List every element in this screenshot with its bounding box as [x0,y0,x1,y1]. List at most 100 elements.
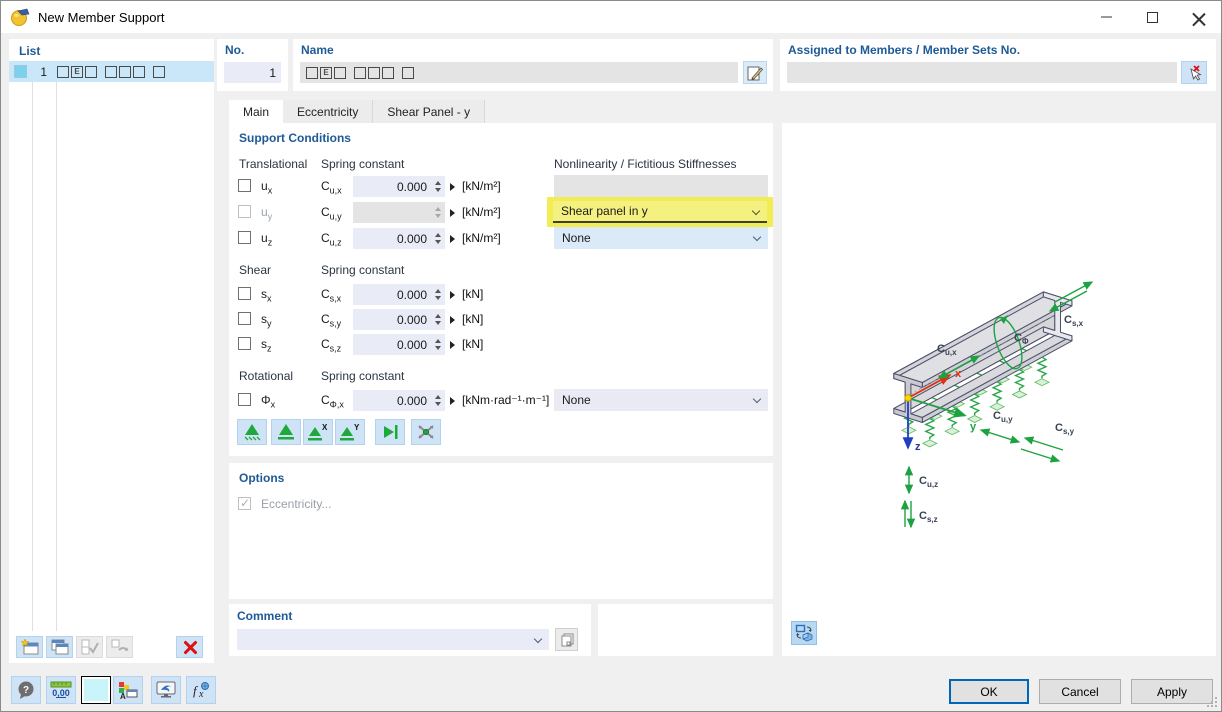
detail-arrow-button[interactable] [450,341,455,349]
tab-bar: Main Eccentricity Shear Panel - y [229,100,485,123]
apply-to-graphics-button[interactable] [151,676,181,704]
view-toggle-button[interactable] [791,621,817,645]
spinner[interactable] [431,181,445,192]
maximize-button[interactable] [1129,1,1175,33]
spinner[interactable] [431,314,445,325]
spinner[interactable] [431,289,445,300]
nonlinearity-uy-dropdown[interactable]: Shear panel in y [553,201,767,223]
spinner[interactable] [431,339,445,350]
row-sz: sz Cs,z 0.000 [kN] [229,333,773,355]
color-button[interactable] [81,676,111,704]
unit-csy: [kN] [462,312,483,326]
ok-button[interactable]: OK [949,679,1029,704]
tab-eccentricity[interactable]: Eccentricity [283,100,373,123]
input-cuz[interactable]: 0.000 [353,228,445,249]
detail-arrow-button[interactable] [450,397,455,405]
color-swatch [14,65,27,78]
preset-elastic-support-button[interactable] [237,419,267,445]
no-value-field[interactable]: 1 [224,62,281,83]
formula-button[interactable]: f x [186,676,216,704]
spinner[interactable] [431,395,445,406]
tab-main[interactable]: Main [229,100,283,123]
detail-arrow-button[interactable] [450,316,455,324]
display-properties-icon: A [117,680,139,700]
input-csx[interactable]: 0.000 [353,284,445,305]
eccentricity-row: Eccentricity... [229,493,773,515]
detail-arrow-button[interactable] [450,183,455,191]
copy-item-button[interactable] [46,636,73,658]
new-item-button[interactable] [16,636,43,658]
rotational-title: Rotational [239,369,293,383]
col-spring-constant: Spring constant [321,157,404,171]
cancel-button[interactable]: Cancel [1039,679,1121,704]
name-input[interactable]: E [300,62,738,83]
support-conditions-panel: Support Conditions Translational Spring … [229,123,773,456]
label-csx: Cs,x [321,287,341,303]
input-cux[interactable]: 0.000 [353,176,445,197]
view-2d3d-icon [795,624,814,642]
highlight-wrapper: Shear panel in y [547,197,773,227]
preset-remove-supports-button[interactable] [411,419,441,445]
svg-text:?: ? [23,685,29,696]
row-sy: sy Cs,y 0.000 [kN] [229,308,773,330]
delete-x-icon [183,640,197,654]
eccentricity-label: Eccentricity... [261,497,331,511]
close-button[interactable] [1175,1,1221,33]
tab-shear-panel-y[interactable]: Shear Panel - y [373,100,485,123]
preset-support-y-button[interactable]: Y [335,419,365,445]
resize-grip[interactable] [1206,696,1218,708]
label-cuz: Cu,z [919,475,938,489]
label-cuz: Cu,z [321,231,342,247]
new-member-support-dialog: New Member Support List 1 E [0,0,1222,712]
comment-copy-button[interactable] [555,628,578,651]
rigid-support-icon [275,422,297,442]
input-csz[interactable]: 0.000 [353,334,445,355]
select-all-button [76,636,103,658]
rename-button[interactable] [743,61,767,84]
checkbox-uz[interactable] [238,231,251,244]
assigned-input[interactable] [787,62,1177,83]
app-icon [10,7,30,27]
new-window-icon [20,638,40,656]
preset-shear-panel-button[interactable] [375,419,405,445]
detail-arrow-button[interactable] [450,291,455,299]
label-cphix: CΦ,x [321,393,344,409]
label-cuy: Cu,y [993,410,1013,424]
checkbox-sy[interactable] [238,312,251,325]
list-item-name: E [57,65,167,79]
input-csy[interactable]: 0.000 [353,309,445,330]
assigned-box: Assigned to Members / Member Sets No. [780,39,1216,91]
spinner[interactable] [431,233,445,244]
checkbox-sz[interactable] [238,337,251,350]
delete-item-button[interactable] [176,636,203,658]
label-ux: ux [261,179,272,195]
detail-arrow-button[interactable] [450,235,455,243]
monitor-refresh-icon [155,680,177,700]
preset-rigid-support-button[interactable] [271,419,301,445]
checkbox-sx[interactable] [238,287,251,300]
unit-cuy: [kN/m²] [462,205,501,219]
checkbox-phix[interactable] [238,393,251,406]
shear-spring-header: Spring constant [321,263,404,277]
units-settings-button[interactable]: 0,00 [46,676,76,704]
svg-text:X: X [322,423,328,432]
help-button[interactable]: ? [11,676,41,704]
list-panel: List 1 E [9,39,214,663]
apply-button[interactable]: Apply [1131,679,1213,704]
detail-arrow-button[interactable] [450,209,455,217]
input-cuy [353,202,445,223]
display-properties-button[interactable]: A [113,676,143,704]
title-bar[interactable]: New Member Support [1,1,1221,33]
support-y-icon: Y [338,422,362,442]
input-cphix[interactable]: 0.000 [353,390,445,411]
assigned-label: Assigned to Members / Member Sets No. [788,43,1020,57]
nonlinearity-uz-dropdown[interactable]: None [554,227,768,249]
nonlinearity-phix-dropdown[interactable]: None [554,389,768,411]
checkbox-ux[interactable] [238,179,251,192]
list-item[interactable]: 1 E [9,61,214,82]
preset-support-x-button[interactable]: X [303,419,333,445]
chevron-down-icon [752,207,760,215]
clear-selection-button[interactable] [1181,61,1207,84]
comment-dropdown[interactable] [237,629,549,650]
comment-title: Comment [237,609,292,623]
